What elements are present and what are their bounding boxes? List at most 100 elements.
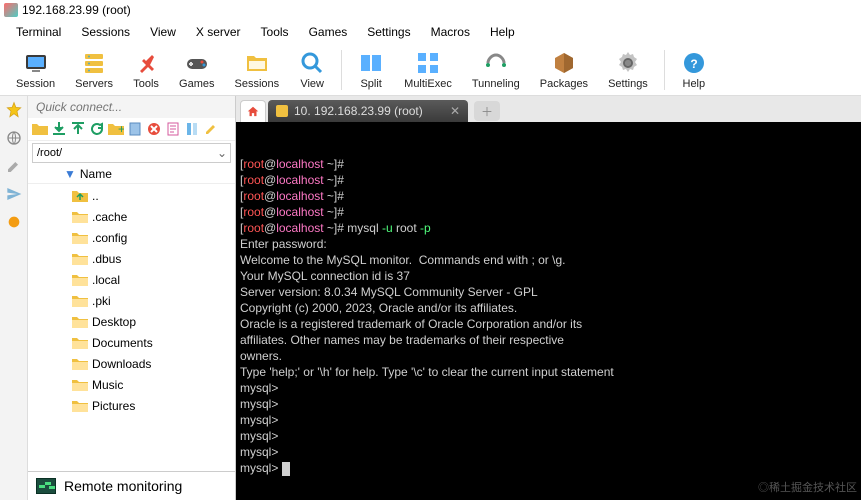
path-dropdown-icon[interactable]: ⌄: [214, 146, 230, 160]
menu-tools[interactable]: Tools: [251, 22, 299, 42]
menu-settings[interactable]: Settings: [357, 22, 420, 42]
star-icon[interactable]: [4, 100, 24, 120]
toolbar-tunneling-button[interactable]: Tunneling: [462, 48, 530, 92]
new-tab-button[interactable]: ＋: [474, 101, 500, 121]
multiexec-icon: [415, 50, 441, 76]
toolbar-split-button[interactable]: Split: [348, 48, 394, 92]
terminal-line: mysql>: [240, 460, 857, 476]
toolbar-label: Servers: [75, 78, 113, 90]
window-title: 192.168.23.99 (root): [22, 3, 131, 17]
toolbar-separator: [664, 50, 665, 90]
path-text: /root/: [33, 147, 214, 159]
toolbar-session-button[interactable]: Session: [6, 48, 65, 92]
folder-icon: [72, 252, 88, 266]
circle-icon[interactable]: [4, 212, 24, 232]
newfolder-icon[interactable]: +: [108, 121, 124, 137]
tree-row[interactable]: .config: [72, 227, 233, 248]
refresh-icon[interactable]: [89, 121, 105, 137]
toolbar-label: Sessions: [235, 78, 280, 90]
tree-row[interactable]: Pictures: [72, 395, 233, 416]
menu-terminal[interactable]: Terminal: [6, 22, 71, 42]
watermark: ◎稀土掘金技术社区: [758, 480, 857, 496]
folder-icon[interactable]: [32, 121, 48, 137]
tree-item-name: .dbus: [92, 252, 121, 266]
toolbar-label: Games: [179, 78, 214, 90]
toolbar-view-button[interactable]: View: [289, 48, 335, 92]
edit-icon[interactable]: [203, 121, 219, 137]
toolbar-label: View: [300, 78, 324, 90]
file-panel: + /root/ ⌄ ▼ Name ...cache.config .dbus .l…: [28, 96, 236, 500]
tree-row[interactable]: Desktop: [72, 311, 233, 332]
upload-icon[interactable]: [70, 121, 86, 137]
session-tab[interactable]: 10. 192.168.23.99 (root) ✕: [268, 100, 468, 122]
tree-row[interactable]: ..: [72, 185, 233, 206]
svg-text:?: ?: [690, 57, 697, 71]
tab-close-icon[interactable]: ✕: [450, 104, 460, 118]
column-header[interactable]: ▼ Name: [28, 165, 235, 184]
tree-row[interactable]: Documents: [72, 332, 233, 353]
columns-icon[interactable]: [184, 121, 200, 137]
menu-games[interactable]: Games: [299, 22, 358, 42]
sidebar-strip: [0, 96, 28, 500]
path-box[interactable]: /root/ ⌄: [32, 143, 231, 163]
tree-row[interactable]: .pki: [72, 290, 233, 311]
quick-connect-input[interactable]: [28, 96, 235, 118]
tree-row[interactable]: .local: [72, 269, 233, 290]
folder-icon: [72, 336, 88, 350]
tunneling-icon: [483, 50, 509, 76]
toolbar-tools-button[interactable]: Tools: [123, 48, 169, 92]
app-icon: [4, 3, 18, 17]
tree-item-name: Desktop: [92, 315, 136, 329]
folder-icon: [72, 273, 88, 287]
tools-icon: [133, 50, 159, 76]
terminal-line: mysql>: [240, 396, 857, 412]
pencil-icon[interactable]: [4, 156, 24, 176]
menu-sessions[interactable]: Sessions: [71, 22, 140, 42]
folder-icon: [72, 210, 88, 224]
terminal-line: mysql>: [240, 380, 857, 396]
newfile-icon[interactable]: [127, 121, 143, 137]
tree-row[interactable]: .dbus: [72, 248, 233, 269]
file-tree: ...cache.config .dbus .local.pki Desktop Doc…: [28, 184, 235, 471]
toolbar-settings-button[interactable]: Settings: [598, 48, 658, 92]
cursor: [282, 462, 290, 476]
toolbar-servers-button[interactable]: Servers: [65, 48, 123, 92]
menu-help[interactable]: Help: [480, 22, 525, 42]
tree-row[interactable]: Music: [72, 374, 233, 395]
monitor-icon: [36, 478, 56, 494]
delete-icon[interactable]: [146, 121, 162, 137]
settings-icon: [615, 50, 641, 76]
globe-icon[interactable]: [4, 128, 24, 148]
toolbar-help-button[interactable]: ?Help: [671, 48, 717, 92]
view-icon: [299, 50, 325, 76]
tree-row[interactable]: .cache: [72, 206, 233, 227]
toolbar-packages-button[interactable]: Packages: [530, 48, 598, 92]
toolbar-label: MultiExec: [404, 78, 452, 90]
toolbar-games-button[interactable]: Games: [169, 48, 224, 92]
menu-macros[interactable]: Macros: [421, 22, 480, 42]
home-tab[interactable]: [240, 100, 266, 122]
folder-icon: [72, 294, 88, 308]
menu-view[interactable]: View: [140, 22, 186, 42]
servers-icon: [81, 50, 107, 76]
tree-item-name: Documents: [92, 336, 153, 350]
sessions-icon: [244, 50, 270, 76]
terminal[interactable]: [root@localhost ~]# [root@localhost ~]# …: [236, 122, 861, 500]
menubar: TerminalSessionsViewX serverToolsGamesSe…: [0, 20, 861, 44]
terminal-line: mysql>: [240, 412, 857, 428]
menu-x-server[interactable]: X server: [186, 22, 251, 42]
tree-row[interactable]: Downloads: [72, 353, 233, 374]
toolbar-label: Session: [16, 78, 55, 90]
terminal-line: Copyright (c) 2000, 2023, Oracle and/or …: [240, 300, 857, 316]
toolbar-multiexec-button[interactable]: MultiExec: [394, 48, 462, 92]
remote-monitoring-bar[interactable]: Remote monitoring: [28, 471, 235, 500]
terminal-line: Welcome to the MySQL monitor. Commands e…: [240, 252, 857, 268]
toolbar: Session Servers Tools Games Sessions View Spli…: [0, 44, 861, 96]
column-name: Name: [80, 167, 112, 181]
properties-icon[interactable]: [165, 121, 181, 137]
send-icon[interactable]: [4, 184, 24, 204]
main: + /root/ ⌄ ▼ Name ...cache.config .dbus .l…: [0, 96, 861, 500]
folder-up-icon: [72, 189, 88, 203]
toolbar-sessions-button[interactable]: Sessions: [225, 48, 290, 92]
download-icon[interactable]: [51, 121, 67, 137]
